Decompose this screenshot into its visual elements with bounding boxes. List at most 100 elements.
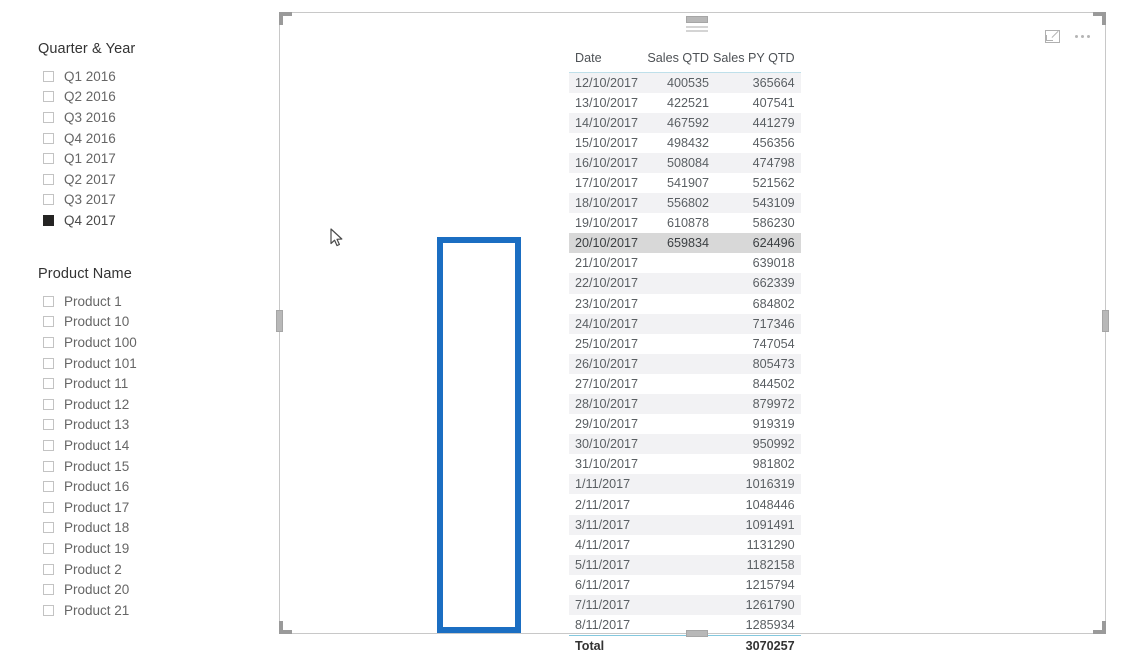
table-row[interactable]: 6/11/2017 1215794 xyxy=(569,575,801,595)
table-row[interactable]: 7/11/2017 1261790 xyxy=(569,594,801,616)
cell-date: 3/11/2017 xyxy=(569,514,641,535)
checkbox-icon[interactable] xyxy=(43,563,54,575)
table-row[interactable]: 13/10/2017 422521 407541 xyxy=(569,93,801,113)
checkbox-icon[interactable] xyxy=(43,70,54,82)
checkbox-icon[interactable] xyxy=(43,604,54,616)
table-row[interactable]: 23/10/2017 684802 xyxy=(569,294,801,314)
table-row[interactable]: 1/11/2017 1016319 xyxy=(569,474,801,495)
resize-handle-top-left[interactable] xyxy=(279,12,292,25)
table-row[interactable]: 29/10/2017 919319 xyxy=(569,414,801,434)
table-row[interactable]: 30/10/2017 950992 xyxy=(569,434,801,455)
slicer-item-quarter-year-0[interactable]: Q1 2016 xyxy=(38,66,135,87)
table-row[interactable]: 22/10/2017 662339 xyxy=(569,273,801,294)
resize-handle-bottom[interactable] xyxy=(686,630,708,637)
resize-handle-top[interactable] xyxy=(686,16,708,23)
table-row[interactable]: 17/10/2017 541907 521562 xyxy=(569,173,801,193)
checkbox-icon[interactable] xyxy=(43,419,54,431)
table-row[interactable]: 16/10/2017 508084 474798 xyxy=(569,152,801,173)
checkbox-icon[interactable] xyxy=(43,481,54,493)
table-row[interactable]: 4/11/2017 1131290 xyxy=(569,535,801,555)
column-header-date[interactable]: Date xyxy=(569,51,641,73)
slicer-item-product-name-15[interactable]: Product 21 xyxy=(38,600,137,621)
slicer-item-product-name-9[interactable]: Product 16 xyxy=(38,476,137,497)
slicer-item-quarter-year-6[interactable]: Q3 2017 xyxy=(38,190,135,211)
checkbox-icon[interactable] xyxy=(43,398,54,410)
resize-handle-right[interactable] xyxy=(1102,310,1109,332)
slicer-item-product-name-1[interactable]: Product 10 xyxy=(38,312,137,333)
checkbox-icon[interactable] xyxy=(43,542,54,554)
checkbox-icon[interactable] xyxy=(43,336,54,348)
checkbox-icon[interactable] xyxy=(43,91,54,103)
table-row[interactable]: 28/10/2017 879972 xyxy=(569,394,801,415)
checkbox-icon[interactable] xyxy=(43,584,54,596)
table-row[interactable]: 3/11/2017 1091491 xyxy=(569,514,801,535)
cell-date: 28/10/2017 xyxy=(569,394,641,415)
cell-qtd xyxy=(641,334,713,354)
slicer-item-quarter-year-7[interactable]: Q4 2017 xyxy=(38,210,135,231)
table-row[interactable]: 15/10/2017 498432 456356 xyxy=(569,133,801,153)
cell-qtd: 498432 xyxy=(666,135,709,150)
slicer-item-quarter-year-5[interactable]: Q2 2017 xyxy=(38,169,135,190)
cell-date: 25/10/2017 xyxy=(575,336,639,351)
table-row[interactable]: 24/10/2017 717346 xyxy=(569,313,801,334)
table-row[interactable]: 19/10/2017 610878 586230 xyxy=(569,213,801,233)
slicer-item-product-name-0[interactable]: Product 1 xyxy=(38,291,137,312)
checkbox-icon[interactable] xyxy=(43,378,54,390)
checkbox-icon[interactable] xyxy=(43,316,54,328)
resize-handle-left[interactable] xyxy=(276,310,283,332)
slicer-item-product-name-6[interactable]: Product 13 xyxy=(38,415,137,436)
slicer-item-product-name-4[interactable]: Product 11 xyxy=(38,373,137,394)
more-options-icon[interactable] xyxy=(1073,27,1091,45)
slicer-item-product-name-11[interactable]: Product 18 xyxy=(38,518,137,539)
cell-date: 15/10/2017 xyxy=(575,135,639,150)
focus-mode-icon[interactable] xyxy=(1043,27,1061,45)
checkbox-checked-icon[interactable] xyxy=(43,214,54,226)
checkbox-icon[interactable] xyxy=(43,194,54,206)
slicer-item-product-name-13[interactable]: Product 2 xyxy=(38,559,137,580)
checkbox-icon[interactable] xyxy=(43,153,54,165)
resize-handle-top-right[interactable] xyxy=(1093,12,1106,25)
cell-qtd: 556802 xyxy=(641,193,713,214)
slicer-item-quarter-year-1[interactable]: Q2 2016 xyxy=(38,87,135,108)
resize-handle-bottom-right[interactable] xyxy=(1093,621,1106,634)
table-row[interactable]: 20/10/2017 659834 624496 xyxy=(569,233,801,254)
checkbox-icon[interactable] xyxy=(43,460,54,472)
table-row[interactable]: 5/11/2017 1182158 xyxy=(569,554,801,575)
checkbox-icon[interactable] xyxy=(43,111,54,123)
slicer-quarter-year-list: Q1 2016 Q2 2016 Q3 2016 Q4 2016 Q1 2017 Q2 20… xyxy=(38,66,135,231)
checkbox-icon[interactable] xyxy=(43,357,54,369)
slicer-item-product-name-14[interactable]: Product 20 xyxy=(38,579,137,600)
slicer-item-product-name-12[interactable]: Product 19 xyxy=(38,538,137,559)
slicer-item-product-name-2[interactable]: Product 100 xyxy=(38,332,137,353)
visual-drag-grip[interactable] xyxy=(686,26,708,34)
table-visual[interactable]: Date Sales QTD Sales PY QTD 12/10/2017 40… xyxy=(279,12,1106,655)
slicer-item-quarter-year-3[interactable]: Q4 2016 xyxy=(38,128,135,149)
table-row[interactable]: 27/10/2017 844502 xyxy=(569,374,801,394)
table-row[interactable]: 31/10/2017 981802 xyxy=(569,454,801,474)
table-row[interactable]: 18/10/2017 556802 543109 xyxy=(569,193,801,214)
table-row[interactable]: 14/10/2017 467592 441279 xyxy=(569,112,801,133)
checkbox-icon[interactable] xyxy=(43,173,54,185)
checkbox-icon[interactable] xyxy=(43,439,54,451)
checkbox-icon[interactable] xyxy=(43,295,54,307)
slicer-item-quarter-year-4[interactable]: Q1 2017 xyxy=(38,148,135,169)
slicer-item-product-name-3[interactable]: Product 101 xyxy=(38,353,137,374)
slicer-item-product-name-8[interactable]: Product 15 xyxy=(38,456,137,477)
slicer-item-quarter-year-2[interactable]: Q3 2016 xyxy=(38,107,135,128)
column-header-sales-qtd[interactable]: Sales QTD xyxy=(641,51,713,73)
slicer-item-label: Q3 2016 xyxy=(64,109,116,125)
table-row[interactable]: 25/10/2017 747054 xyxy=(569,334,801,354)
slicer-item-product-name-7[interactable]: Product 14 xyxy=(38,435,137,456)
checkbox-icon[interactable] xyxy=(43,522,54,534)
table-row[interactable]: 26/10/2017 805473 xyxy=(569,353,801,374)
checkbox-icon[interactable] xyxy=(43,132,54,144)
column-header-sales-py-qtd[interactable]: Sales PY QTD xyxy=(713,51,801,73)
resize-handle-bottom-left[interactable] xyxy=(279,621,292,634)
cell-py: 879972 xyxy=(713,394,801,415)
table-row[interactable]: 2/11/2017 1048446 xyxy=(569,494,801,514)
slicer-item-product-name-10[interactable]: Product 17 xyxy=(38,497,137,518)
table-row[interactable]: 12/10/2017 400535 365664 xyxy=(569,72,801,93)
table-row[interactable]: 21/10/2017 639018 xyxy=(569,253,801,273)
slicer-item-product-name-5[interactable]: Product 12 xyxy=(38,394,137,415)
checkbox-icon[interactable] xyxy=(43,501,54,513)
